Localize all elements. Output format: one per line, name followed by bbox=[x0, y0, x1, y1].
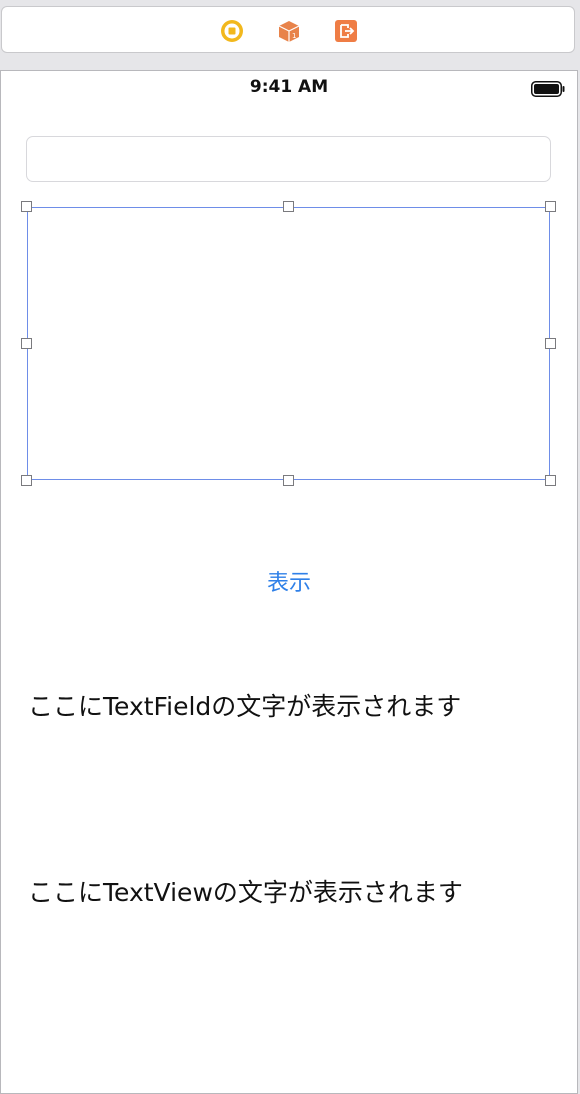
text-view[interactable] bbox=[21, 201, 556, 486]
resize-handle-bottom[interactable] bbox=[283, 475, 294, 486]
resize-handle-top-left[interactable] bbox=[21, 201, 32, 212]
resize-handle-bottom-left[interactable] bbox=[21, 475, 32, 486]
text-view-result-label: ここにTextViewの文字が表示されます bbox=[28, 878, 463, 907]
status-bar-time: 9:41 AM bbox=[249, 77, 329, 97]
text-field-result-label: ここにTextFieldの文字が表示されます bbox=[28, 692, 462, 721]
first-responder-icon[interactable]: 1 bbox=[277, 19, 301, 43]
resize-handle-bottom-right[interactable] bbox=[545, 475, 556, 486]
svg-text:1: 1 bbox=[292, 32, 296, 40]
text-field[interactable] bbox=[26, 136, 551, 182]
battery-icon bbox=[531, 81, 565, 97]
exit-icon[interactable] bbox=[334, 19, 358, 43]
resize-handle-top[interactable] bbox=[283, 201, 294, 212]
resize-handle-left[interactable] bbox=[21, 338, 32, 349]
scene-dock: 1 bbox=[1, 6, 575, 53]
view-controller-scene: 9:41 AM 表示 ここにTextFieldの文字が表示されます ここにTex… bbox=[0, 70, 578, 1094]
resize-handle-right[interactable] bbox=[545, 338, 556, 349]
view-controller-icon[interactable] bbox=[220, 19, 244, 43]
resize-handle-top-right[interactable] bbox=[545, 201, 556, 212]
show-button[interactable]: 表示 bbox=[1, 565, 577, 597]
